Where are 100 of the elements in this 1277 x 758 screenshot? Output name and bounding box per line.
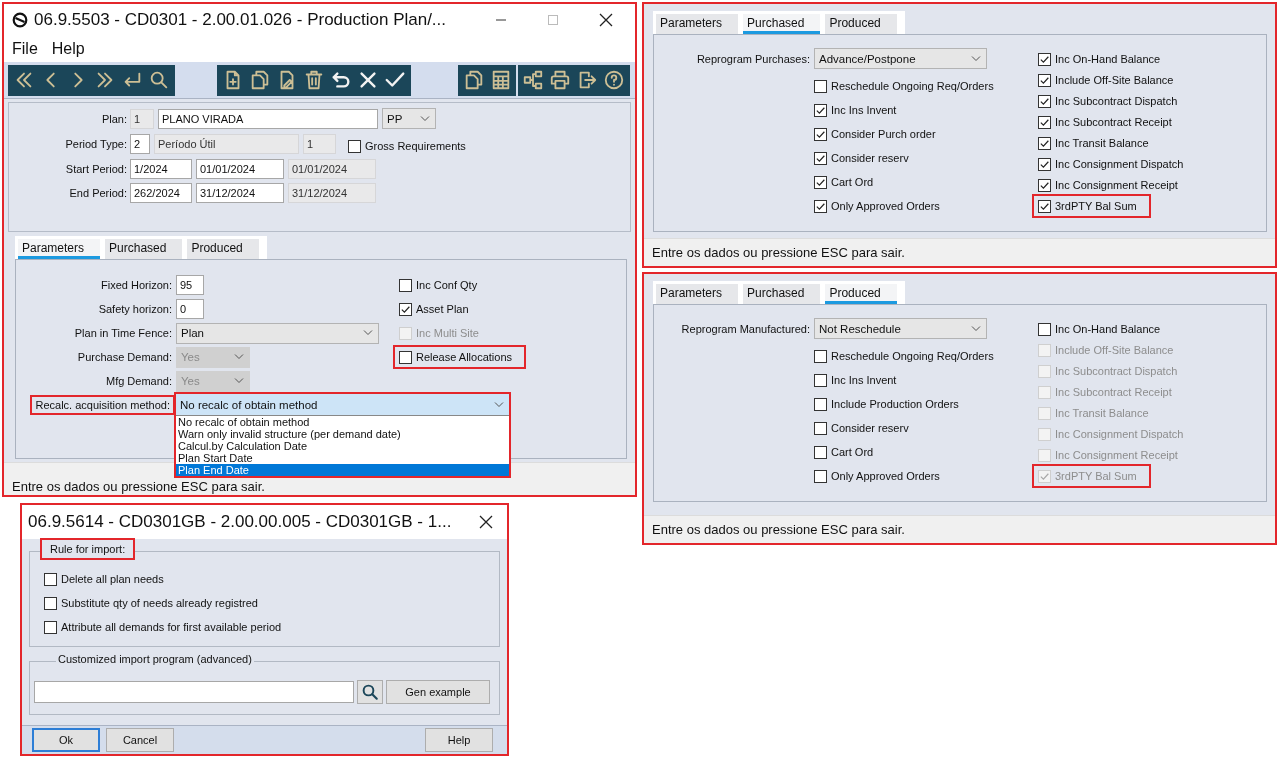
dropdown-option[interactable]: Calcul.by Calculation Date (176, 440, 509, 452)
tab[interactable]: Parameters (18, 239, 101, 259)
checkbox-label: Inc Subcontract Dispatch (1055, 95, 1178, 107)
checkbox-label: Cart Ord (831, 446, 874, 458)
checkbox-label: Asset Plan (416, 303, 469, 315)
hierarchy-icon[interactable] (522, 69, 544, 91)
checkbox[interactable] (399, 302, 412, 316)
undo-icon[interactable] (330, 69, 352, 91)
checkbox-label: Inc Consignment Receipt (1055, 179, 1178, 191)
dropdown-option[interactable]: Plan End Date (176, 464, 509, 476)
close-icon[interactable] (599, 13, 613, 27)
copy-icon[interactable] (463, 69, 485, 91)
dialog-button[interactable]: Cancel (106, 728, 174, 752)
checkbox-label: Inc Ins Invent (831, 374, 897, 386)
menu-item[interactable]: File (12, 40, 38, 58)
dropdown-option[interactable]: Plan Start Date (176, 452, 509, 464)
checkbox[interactable] (814, 445, 827, 459)
checkbox[interactable] (1038, 115, 1051, 129)
checkbox[interactable] (44, 620, 57, 634)
tab[interactable]: Purchased (743, 14, 821, 34)
checkbox[interactable] (44, 572, 57, 586)
checkbox[interactable] (814, 421, 827, 435)
circle-slash-icon (12, 12, 28, 28)
checkbox[interactable] (1038, 52, 1051, 66)
help-icon[interactable] (603, 69, 625, 91)
dialog-button[interactable]: Help (425, 728, 493, 752)
read-only-field: Período Útil (154, 134, 299, 154)
checkbox[interactable] (348, 139, 361, 153)
text-field[interactable]: 31/12/2024 (196, 183, 284, 203)
text-field[interactable]: 2 (130, 134, 150, 154)
text-field[interactable]: 262/2024 (130, 183, 192, 203)
checkbox[interactable] (814, 397, 827, 411)
dropdown[interactable]: Plan (176, 322, 379, 344)
gen-example-button[interactable]: Gen example (386, 680, 490, 704)
checkbox-label: Release Allocations (416, 351, 512, 363)
checkbox-label: Inc Subcontract Receipt (1055, 116, 1172, 128)
chevron-icon (971, 55, 981, 62)
checkbox[interactable] (814, 151, 827, 165)
checkbox-label: 3rdPTY Bal Sum (1055, 470, 1137, 482)
dropdown-option[interactable]: Warn only invalid structure (per demand date) (176, 428, 509, 440)
dropdown[interactable]: Not Reschedule (814, 318, 987, 339)
checkbox[interactable] (1038, 73, 1051, 87)
checkbox[interactable] (1038, 199, 1051, 213)
text-field[interactable]: 0 (176, 299, 204, 319)
search-icon[interactable] (148, 69, 170, 91)
dialog-button[interactable]: Ok (32, 728, 100, 752)
checkbox-label: Inc Multi Site (416, 327, 479, 339)
tab[interactable]: Parameters (656, 14, 739, 34)
checkbox[interactable] (1038, 322, 1051, 336)
menu-item[interactable]: Help (51, 40, 85, 58)
checkbox[interactable] (814, 103, 827, 117)
checkbox[interactable] (814, 199, 827, 213)
tab[interactable]: Purchased (105, 239, 183, 259)
tab[interactable]: Produced (825, 14, 897, 34)
field-label: Safety horizon: (97, 303, 172, 315)
checkbox[interactable] (814, 175, 827, 189)
checkbox[interactable] (814, 373, 827, 387)
text-field[interactable]: 95 (176, 275, 204, 295)
chevron-icon (420, 115, 430, 122)
checkbox-label: Inc Consignment Dispatch (1055, 158, 1184, 170)
checkbox[interactable] (814, 79, 827, 93)
tab[interactable]: Produced (825, 284, 897, 304)
checkbox-label: Reschedule Ongoing Req/Orders (831, 80, 994, 92)
cross-icon[interactable] (357, 69, 379, 91)
search-button[interactable] (357, 680, 383, 704)
checkbox-label: Inc Subcontract Receipt (1055, 386, 1172, 398)
tab[interactable]: Parameters (656, 284, 739, 304)
text-field[interactable]: PLANO VIRADA (158, 108, 378, 129)
checkbox[interactable] (814, 349, 827, 363)
close-icon[interactable] (479, 515, 493, 529)
checkbox-label: Only Approved Orders (831, 200, 940, 212)
checkbox-label: Attribute all demands for first available period (61, 621, 282, 633)
checkbox-label: Include Off-Site Balance (1055, 74, 1174, 86)
field-label: Plan: (100, 112, 127, 125)
checkbox[interactable] (44, 596, 57, 610)
chevron-icon (234, 378, 244, 384)
checkbox[interactable] (814, 127, 827, 141)
dropdown[interactable]: PP (382, 108, 436, 129)
chevron-icon (494, 401, 504, 408)
checkbox[interactable] (814, 469, 827, 483)
copy-icon[interactable] (249, 69, 271, 91)
dropdown-option[interactable]: No recalc of obtain method (176, 416, 509, 428)
tab[interactable]: Purchased (743, 284, 821, 304)
text-field[interactable]: 1/2024 (130, 159, 192, 179)
printer-icon[interactable] (549, 69, 571, 91)
trash-icon[interactable] (303, 69, 325, 91)
checkbox[interactable] (1038, 136, 1051, 150)
field-label: Mfg Demand: (104, 375, 172, 387)
tab[interactable]: Produced (187, 239, 259, 259)
field-label: Fixed Horizon: (100, 279, 172, 291)
dropdown[interactable]: No recalc of obtain method (176, 394, 509, 415)
calculator-icon[interactable] (490, 69, 512, 91)
dropdown[interactable]: Advance/Postpone (814, 48, 987, 69)
checkbox[interactable] (399, 278, 412, 292)
checkbox[interactable] (399, 350, 412, 364)
text-field[interactable]: 01/01/2024 (196, 159, 284, 179)
checkbox[interactable] (1038, 94, 1051, 108)
input-field[interactable] (34, 681, 354, 703)
checkbox[interactable] (1038, 178, 1051, 192)
checkbox[interactable] (1038, 157, 1051, 171)
